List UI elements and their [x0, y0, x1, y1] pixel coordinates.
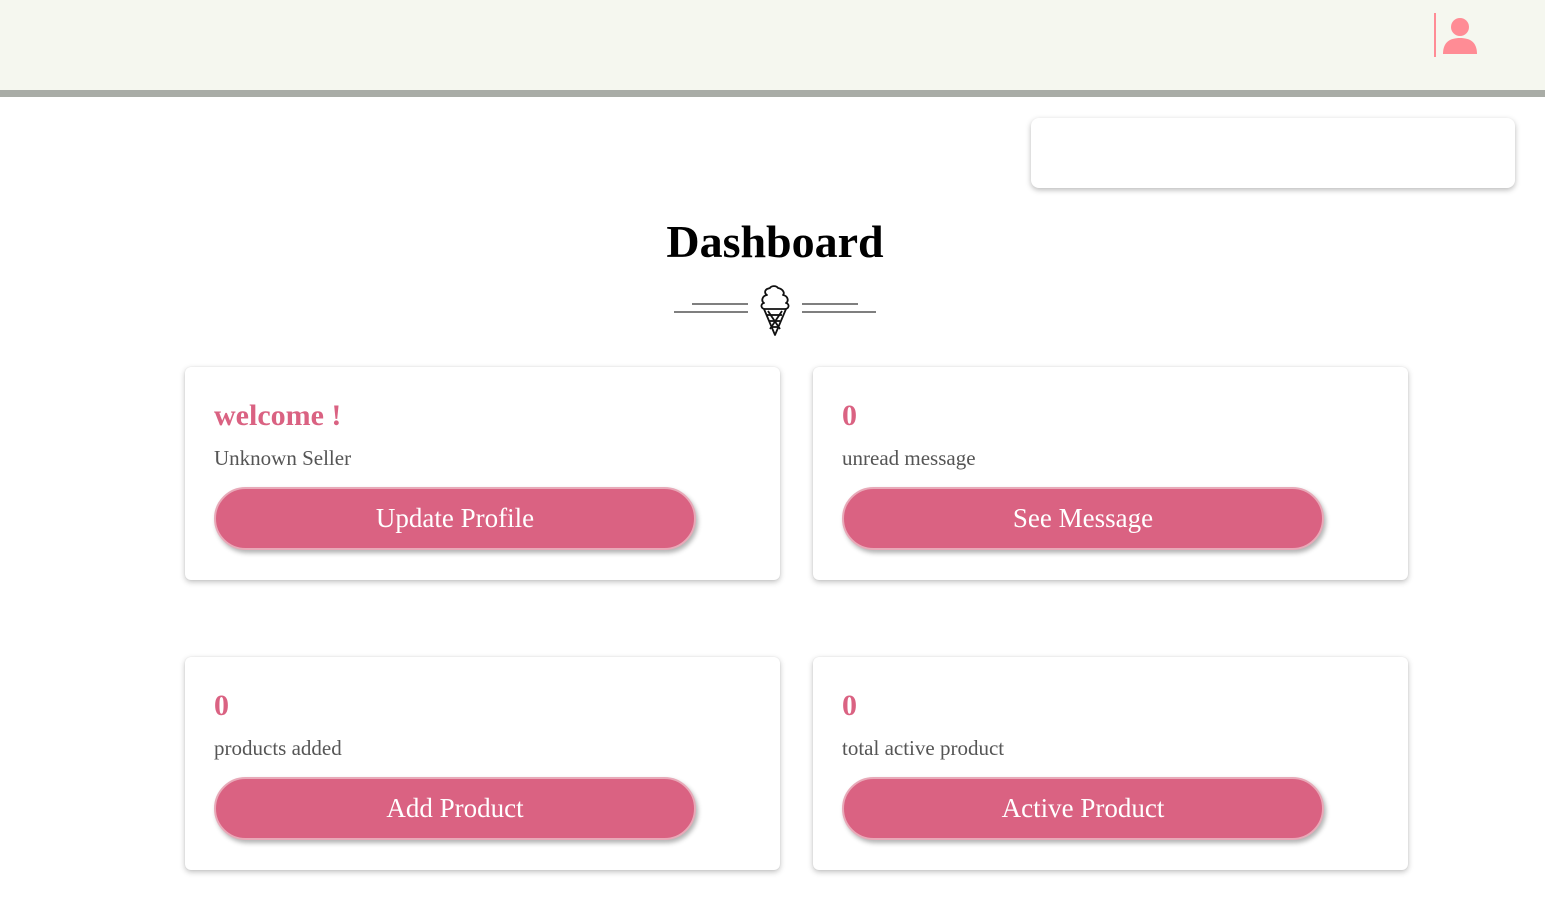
seller-name: Unknown Seller [214, 446, 352, 470]
unread-message-label: unread message [842, 446, 976, 470]
ornament-line-right [802, 303, 876, 313]
page-title: Dashboard [666, 216, 884, 267]
messages-card: 0 unread message See Message [813, 367, 1408, 580]
products-added-card: 0 products added Add Product [185, 657, 780, 870]
top-header [0, 0, 1545, 90]
update-profile-button[interactable]: Update Profile [214, 487, 696, 550]
ornament-line-left [674, 303, 748, 313]
search-box[interactable] [1031, 118, 1515, 188]
user-icon [1443, 18, 1477, 54]
products-added-label: products added [214, 736, 342, 760]
see-message-button[interactable]: See Message [842, 487, 1324, 550]
active-product-count: 0 [842, 689, 857, 722]
header-divider [0, 90, 1545, 97]
ice-cream-icon [760, 285, 790, 336]
active-product-label: total active product [842, 736, 1005, 760]
products-added-count: 0 [214, 689, 229, 722]
add-product-button[interactable]: Add Product [214, 777, 696, 840]
active-products-card: 0 total active product Active Product [813, 657, 1408, 870]
user-account-button[interactable] [1434, 13, 1478, 57]
unread-message-count: 0 [842, 399, 857, 432]
title-ornament [674, 285, 876, 336]
welcome-heading: welcome ! [214, 399, 342, 432]
active-product-button[interactable]: Active Product [842, 777, 1324, 840]
welcome-card: welcome ! Unknown Seller Update Profile [185, 367, 780, 580]
